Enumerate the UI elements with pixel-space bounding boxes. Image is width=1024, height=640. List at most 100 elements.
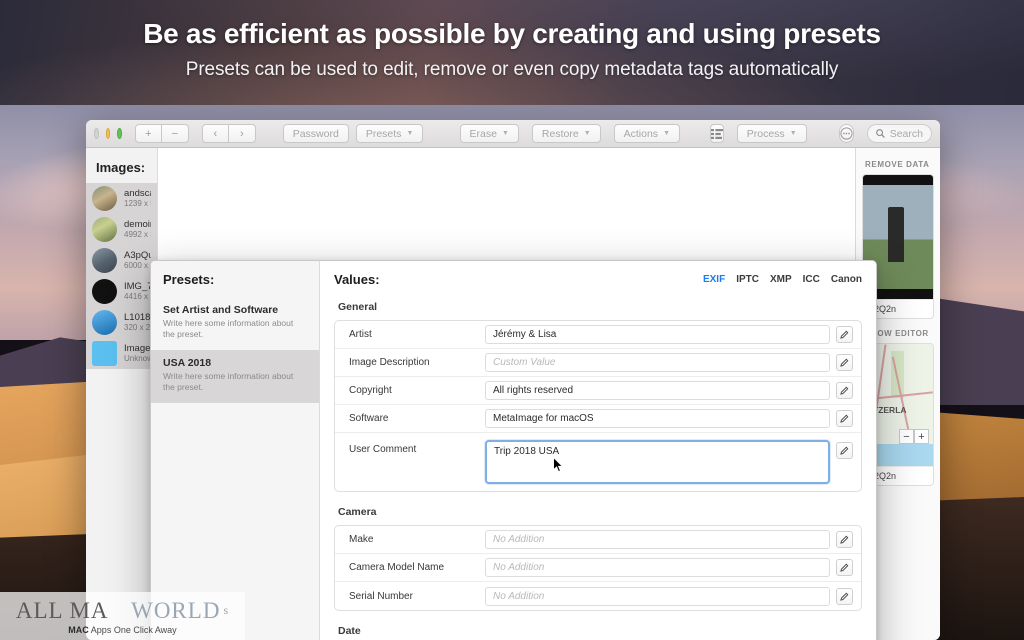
field-card-camera: Make No Addition Camera Model Name No Ad… [334, 525, 862, 611]
image-dimensions: 4416 x 33 [124, 292, 151, 302]
section-label-general: General [338, 301, 378, 313]
make-input[interactable]: No Addition [485, 530, 830, 549]
edit-pencil-icon[interactable] [836, 531, 853, 548]
edit-pencil-icon[interactable] [836, 587, 853, 605]
navigation-group: ‹ › [201, 124, 256, 143]
artist-input[interactable]: Jérémy & Lisa [485, 325, 830, 344]
remove-data-label: REMOVE DATA [865, 160, 930, 169]
field-row-image-description: Image Description Custom Value [335, 349, 861, 377]
back-button[interactable]: ‹ [201, 124, 229, 143]
presets-pane: Presets: Set Artist and Software Write h… [151, 261, 320, 640]
tab-exif[interactable]: EXIF [703, 274, 725, 285]
tab-xmp[interactable]: XMP [770, 274, 792, 285]
image-dimensions: 320 x 240 [124, 323, 151, 333]
forward-button[interactable]: › [228, 124, 256, 143]
edit-pencil-icon[interactable] [836, 410, 853, 427]
pencil-icon [840, 414, 849, 423]
watermark-logo: ALL MA  WORLD s [16, 598, 229, 624]
mouse-cursor [553, 457, 564, 473]
password-button[interactable]: Password [282, 124, 349, 143]
field-label: Artist [349, 329, 372, 340]
user-comment-input[interactable]: Trip 2018 USA [485, 440, 830, 484]
edit-pencil-icon[interactable] [836, 382, 853, 399]
map-zoom-out-button[interactable]: − [899, 429, 914, 444]
edit-pencil-icon[interactable] [836, 326, 853, 343]
edit-pencil-icon[interactable] [836, 354, 853, 371]
image-description-input[interactable]: Custom Value [485, 353, 830, 372]
preset-item-usa-2018[interactable]: USA 2018 Write here some information abo… [151, 349, 319, 403]
image-name: Images, [124, 342, 151, 354]
pencil-icon [840, 330, 849, 339]
watermark-text-right: WORLD [122, 597, 219, 623]
field-label: User Comment [349, 444, 417, 455]
image-dimensions: 6000 x 40 [124, 261, 151, 271]
field-row-camera-model-name: Camera Model Name No Addition [335, 554, 861, 582]
images-pane-header: Images: [96, 160, 146, 175]
pencil-icon [840, 563, 849, 572]
list-item[interactable]: Images, Unknown [86, 338, 157, 369]
image-name: IMG_76 [124, 280, 151, 292]
add-image-button[interactable]: + [134, 124, 162, 143]
list-item[interactable]: L10180 320 x 240 [86, 307, 157, 338]
field-row-artist: Artist Jérémy & Lisa [335, 321, 861, 349]
restore-dropdown[interactable]: Restore ▼ [531, 124, 601, 143]
preset-item-set-artist-and-software[interactable]: Set Artist and Software Write here some … [151, 297, 319, 350]
add-remove-group: + − [134, 124, 189, 143]
list-view-button[interactable] [709, 124, 724, 143]
image-dimensions: 1239 x 56 [124, 199, 151, 209]
maximize-window-button[interactable] [117, 128, 122, 139]
more-options-button[interactable] [838, 124, 854, 143]
field-row-software: Software MetaImage for macOS [335, 405, 861, 433]
minimize-window-button[interactable] [105, 128, 111, 139]
banner-title: Be as efficient as possible by creating … [143, 18, 881, 49]
tab-canon[interactable]: Canon [831, 274, 862, 285]
field-row-user-comment: User Comment Trip 2018 USA [335, 433, 861, 491]
process-label: Process [746, 127, 785, 140]
software-input[interactable]: MetaImage for macOS [485, 409, 830, 428]
presets-sheet: Presets: Set Artist and Software Write h… [150, 260, 877, 640]
values-pane-header: Values: [334, 272, 380, 287]
watermark-tagline-bold: MAC [68, 624, 89, 635]
copyright-input[interactable]: All rights reserved [485, 381, 830, 400]
list-item[interactable]: IMG_76 4416 x 33 [86, 276, 157, 307]
chevron-down-icon: ▼ [663, 130, 670, 137]
presets-pane-header: Presets: [163, 272, 215, 287]
close-window-button[interactable] [94, 128, 99, 139]
watermark-tagline: MAC Apps One Click Away [68, 625, 176, 635]
map-zoom-in-button[interactable]: + [914, 429, 929, 444]
image-thumbnail [92, 310, 117, 335]
actions-label: Actions [623, 127, 659, 140]
field-card-general: Artist Jérémy & Lisa Image Description C… [334, 320, 862, 492]
list-icon [710, 128, 723, 139]
camera-model-name-input[interactable]: No Addition [485, 558, 830, 577]
section-label-camera: Camera [338, 506, 377, 518]
tab-icc[interactable]: ICC [803, 274, 820, 285]
map-zoom-controls[interactable]: − + [899, 429, 929, 444]
presets-dropdown[interactable]: Presets ▼ [355, 124, 424, 143]
chevron-down-icon: ▼ [789, 130, 797, 137]
list-item[interactable]: A3pQuV 6000 x 40 [86, 245, 157, 276]
actions-dropdown[interactable]: Actions ▼ [613, 124, 680, 143]
list-item[interactable]: andscap 1239 x 56 [86, 183, 157, 214]
search-placeholder: Search [889, 127, 923, 140]
serial-number-input[interactable]: No Addition [485, 586, 830, 606]
pencil-icon [840, 535, 849, 544]
erase-dropdown[interactable]: Erase ▼ [459, 124, 519, 143]
search-input[interactable]: Search [866, 124, 932, 143]
watermark-text-left: ALL MA [15, 597, 109, 623]
watermark-tagline-rest: Apps One Click Away [88, 624, 177, 635]
pencil-icon [840, 446, 849, 455]
remove-image-button[interactable]: − [161, 124, 189, 143]
edit-pencil-icon[interactable] [836, 559, 853, 576]
list-item[interactable]: demoim 4992 x 33 [86, 214, 157, 245]
ellipsis-circle-icon [840, 127, 853, 140]
folder-icon [92, 341, 117, 366]
pencil-icon [840, 358, 849, 367]
field-row-copyright: Copyright All rights reserved [335, 377, 861, 405]
values-scroll-area[interactable]: General Artist Jérémy & Lisa Image Descr… [320, 296, 876, 640]
tab-iptc[interactable]: IPTC [736, 274, 759, 285]
process-dropdown[interactable]: Process ▼ [736, 124, 807, 143]
field-label: Camera Model Name [349, 562, 445, 573]
preset-title: USA 2018 [163, 356, 212, 369]
edit-pencil-icon[interactable] [836, 442, 853, 459]
